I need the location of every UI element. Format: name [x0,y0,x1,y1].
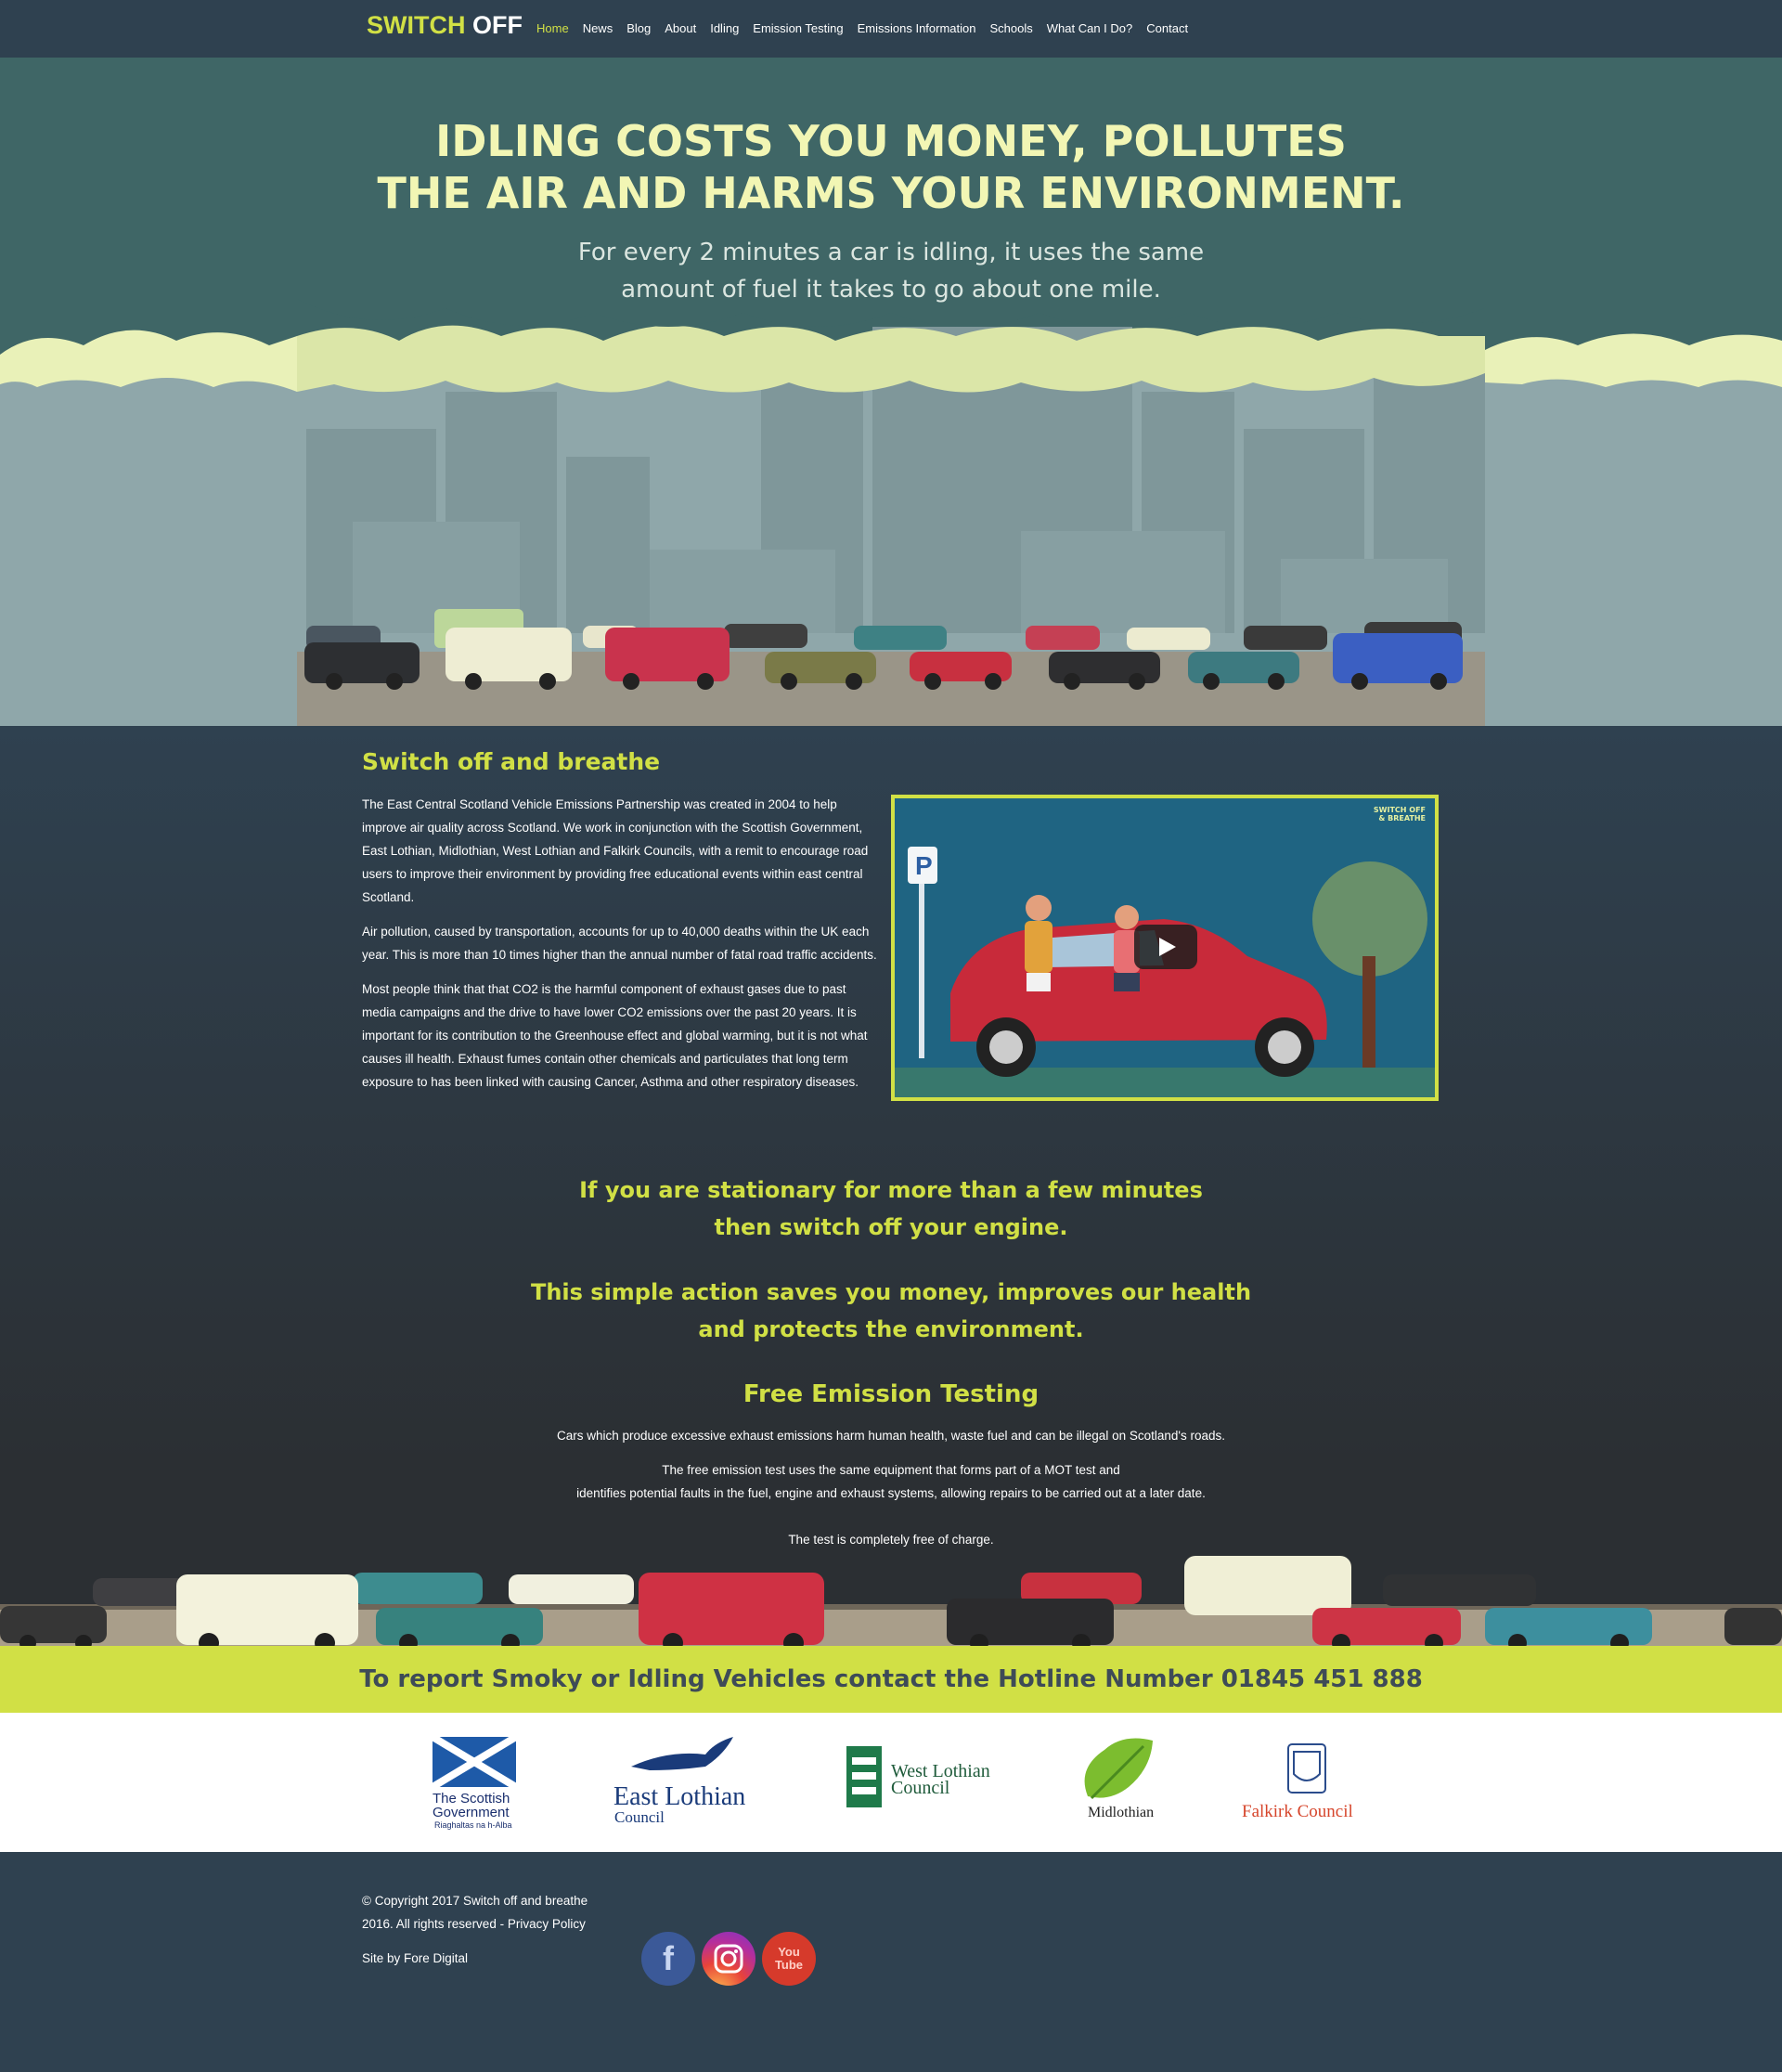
main-menu: Home News Blog About Idling Emission Tes… [536,21,1202,35]
facebook-glyph: f [663,1939,674,1977]
east-lothian-text-2: Council [614,1808,665,1826]
testing-paragraph-1: Cars which produce excessive exhaust emi… [557,1429,1225,1443]
falkirk-council-logo: Falkirk Council [1242,1743,1353,1821]
instagram-glyph [714,1944,743,1974]
nav-emission-testing-link[interactable]: Emission Testing [753,21,843,35]
testing-paragraph-2-line2: identifies potential faults in the fuel,… [576,1486,1206,1500]
footer-copyright-line2[interactable]: 2016. All rights reserved - Privacy Poli… [362,1917,586,1931]
video-brand-badge: SWITCH OFF & BREATHE [1374,806,1426,822]
traffic-illustration [0,1556,1782,1648]
logo-switch-text: SWITCH [367,11,466,39]
footer-site-by[interactable]: Site by Fore Digital [362,1947,622,1970]
nav-schools-link[interactable]: Schools [990,21,1033,35]
footer-text: © Copyright 2017 Switch off and breathe … [362,1889,622,1981]
callout-simple-action: This simple action saves you money, impr… [0,1274,1782,1348]
intro-video-player[interactable]: P SWITCH OFF & BREATHE [891,795,1439,1101]
west-lothian-text-2: Council [891,1778,950,1798]
facebook-icon[interactable]: f [641,1932,695,1986]
callout-stationary: If you are stationary for more than a fe… [0,1172,1782,1246]
intro-paragraph-2: Air pollution, caused by transportation,… [362,925,877,962]
nav-news-link[interactable]: News [583,21,613,35]
nav-about-link[interactable]: About [665,21,696,35]
video-badge-line1: SWITCH OFF [1373,806,1426,814]
midlothian-text: Midlothian [1088,1805,1154,1820]
play-icon[interactable] [1134,925,1197,969]
nav-contact-link[interactable]: Contact [1146,21,1188,35]
callout-stationary-line2: then switch off your engine. [714,1214,1068,1240]
video-badge-line2: & BREATHE [1378,814,1426,822]
intro-heading: Switch off and breathe [362,748,661,775]
testing-paragraph-2: The free emission test uses the same equ… [0,1458,1782,1505]
youtube-icon[interactable]: You Tube [762,1932,816,1986]
footer-copyright-line1: © Copyright 2017 Switch off and breathe [362,1894,588,1908]
parking-sign-letter: P [915,851,933,880]
intro-paragraph-1: The East Central Scotland Vehicle Emissi… [362,797,869,904]
scottish-government-text-3: Riaghaltas na h-Alba [434,1820,512,1830]
callout-stationary-line1: If you are stationary for more than a fe… [579,1177,1203,1203]
youtube-glyph-line1: You [778,1945,800,1959]
hotline-banner: To report Smoky or Idling Vehicles conta… [0,1646,1782,1713]
partner-logos: The Scottish Government Riaghaltas na h-… [0,1713,1782,1852]
nav-blog-link[interactable]: Blog [626,21,651,35]
intro-paragraph-3: Most people think that that CO2 is the h… [362,982,868,1089]
east-lothian-text-1: East Lothian [613,1782,745,1811]
site-footer: © Copyright 2017 Switch off and breathe … [0,1852,1782,2072]
testing-paragraph-3: The test is completely free of charge. [788,1533,994,1547]
nav-idling-link[interactable]: Idling [710,21,739,35]
nav-what-can-i-do-link[interactable]: What Can I Do? [1047,21,1133,35]
west-lothian-council-logo: West Lothian Council [846,1746,990,1807]
hero-subheadline-line1: For every 2 minutes a car is idling, it … [577,239,1205,266]
hero-headline-line1: IDLING COSTS YOU MONEY, POLLUTES [435,116,1347,166]
hero-subheadline-line2: amount of fuel it takes to go about one … [621,276,1161,304]
main-content: Switch off and breathe The East Central … [0,726,1782,1645]
east-lothian-council-logo: East Lothian Council [613,1737,745,1826]
instagram-icon[interactable] [702,1932,755,1986]
midlothian-logo: Midlothian [1084,1738,1154,1820]
intro-text: The East Central Scotland Vehicle Emissi… [362,793,882,1105]
callout-simple-action-line2: and protects the environment. [698,1316,1084,1342]
top-navigation: SWITCH OFF Home News Blog About Idling E… [0,0,1782,58]
site-logo[interactable]: SWITCH OFF [367,11,523,40]
scottish-government-text-2: Government [433,1805,510,1820]
nav-home-link[interactable]: Home [536,21,569,35]
testing-heading: Free Emission Testing [742,1380,1040,1408]
hero-subheadline: For every 2 minutes a car is idling, it … [0,234,1782,308]
hero-headline-line2: THE AIR AND HARMS YOUR ENVIRONMENT. [377,168,1405,218]
footer-copyright: © Copyright 2017 Switch off and breathe … [362,1889,622,1936]
callout-simple-action-line1: This simple action saves you money, impr… [530,1279,1252,1305]
nav-emissions-information-link[interactable]: Emissions Information [858,21,976,35]
hero-headline: IDLING COSTS YOU MONEY, POLLUTES THE AIR… [0,115,1782,219]
partner-logos-strip[interactable]: The Scottish Government Riaghaltas na h-… [0,1713,1782,1852]
logo-off-text: OFF [472,11,523,39]
youtube-glyph: You Tube [775,1946,803,1972]
scottish-government-logo: The Scottish Government Riaghaltas na h-… [430,1733,519,1830]
hero-banner: IDLING COSTS YOU MONEY, POLLUTES THE AIR… [0,58,1782,726]
testing-paragraph-2-line1: The free emission test uses the same equ… [662,1463,1120,1477]
youtube-glyph-line2: Tube [774,1958,804,1972]
falkirk-text: Falkirk Council [1242,1802,1353,1821]
